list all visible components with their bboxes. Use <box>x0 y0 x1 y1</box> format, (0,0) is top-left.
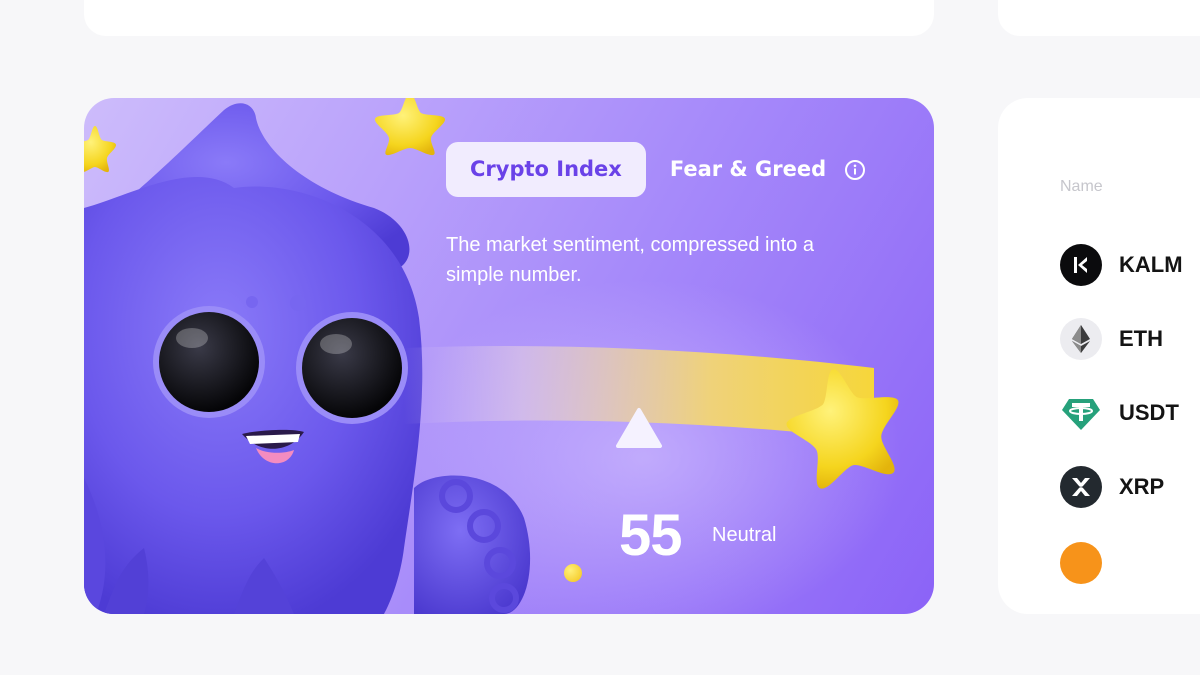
coin-symbol: XRP <box>1119 474 1165 499</box>
coin-symbol: ETH <box>1119 326 1163 351</box>
index-value: 55 <box>619 503 683 568</box>
ethereum-icon <box>1060 318 1102 360</box>
star-icon <box>84 126 116 173</box>
coin-row-xrp[interactable]: XRP <box>1060 466 1164 508</box>
tab-fear-and-greed[interactable]: Fear & Greed <box>670 142 826 197</box>
top-card-right <box>998 0 1200 36</box>
coin-row-usdt[interactable]: USDT <box>1060 392 1179 434</box>
decorative-dot <box>564 564 582 582</box>
gauge-pointer-icon <box>616 408 662 448</box>
coin-row-eth[interactable]: ETH <box>1060 318 1163 360</box>
info-icon[interactable] <box>844 159 866 181</box>
coin-symbol: USDT <box>1119 400 1179 425</box>
tab-crypto-index[interactable]: Crypto Index <box>446 142 646 197</box>
index-sentiment-label: Neutral <box>712 524 777 546</box>
subtitle-text: The market sentiment, compressed into a … <box>446 234 814 286</box>
sentiment-card: Crypto Index Fear & Greed The market sen… <box>84 98 934 614</box>
coin-symbol: KALM <box>1119 252 1183 277</box>
xrp-icon <box>1060 466 1102 508</box>
kalm-icon <box>1060 244 1102 286</box>
star-icon <box>374 98 446 156</box>
tether-icon <box>1060 392 1102 434</box>
coin-list-panel: Name KALM ETH USDT XRP <box>998 98 1200 614</box>
index-tabs: Crypto Index Fear & Greed <box>446 142 866 197</box>
column-header-name: Name <box>1060 178 1103 195</box>
coin-row-kalm[interactable]: KALM <box>1060 244 1183 286</box>
star-icon <box>786 369 899 489</box>
bitcoin-icon <box>1060 542 1102 584</box>
top-card-left <box>84 0 934 36</box>
